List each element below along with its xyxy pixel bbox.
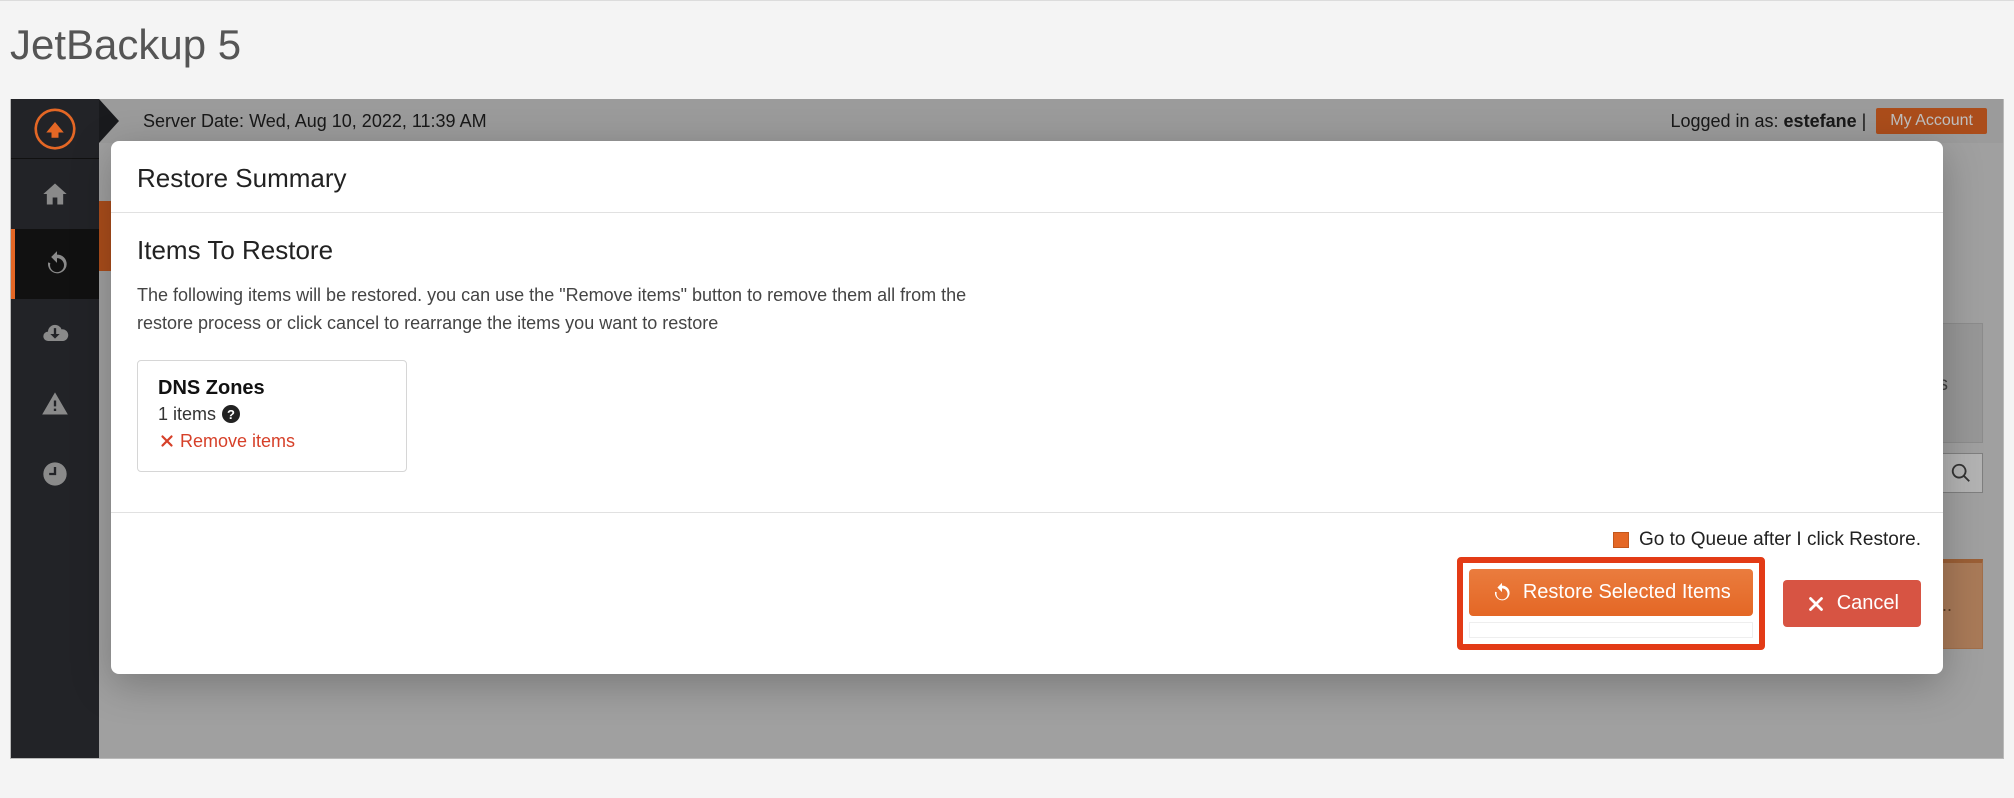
restore-item-title: DNS Zones	[158, 377, 386, 400]
queue-checkbox-row[interactable]: Go to Queue after I click Restore.	[133, 529, 1921, 551]
restore-selected-items-button[interactable]: Restore Selected Items	[1469, 569, 1753, 616]
warning-icon	[41, 390, 69, 418]
close-icon	[158, 432, 176, 450]
sidebar-item-download[interactable]	[11, 299, 99, 369]
sidebar	[11, 99, 99, 758]
home-icon	[41, 180, 69, 208]
modal-action-row: Restore Selected Items Cancel	[133, 557, 1921, 650]
sync-icon	[43, 250, 71, 278]
page-title-bar: JetBackup 5	[0, 0, 2014, 99]
items-to-restore-description: The following items will be restored. yo…	[137, 282, 1017, 338]
app-logo[interactable]	[11, 99, 99, 159]
highlight-annotation: Restore Selected Items	[1457, 557, 1765, 650]
modal-footer: Go to Queue after I click Restore. Resto…	[111, 512, 1943, 674]
modal-title: Restore Summary	[137, 163, 1917, 194]
sync-icon	[1491, 582, 1513, 604]
items-to-restore-heading: Items To Restore	[137, 235, 1917, 266]
modal-body: Items To Restore The following items wil…	[111, 213, 1943, 512]
help-icon[interactable]: ?	[222, 405, 240, 423]
app-container: Server Date: Wed, Aug 10, 2022, 11:39 AM…	[10, 99, 2004, 759]
close-icon	[1805, 593, 1827, 615]
cloud-download-icon	[41, 320, 69, 348]
highlight-underline	[1469, 622, 1753, 638]
queue-checkbox[interactable]	[1613, 532, 1629, 548]
remove-items-link[interactable]: Remove items	[158, 431, 295, 452]
restore-summary-modal: Restore Summary Items To Restore The fol…	[111, 141, 1943, 674]
restore-item-count: 1 items ?	[158, 404, 386, 425]
sidebar-item-restore[interactable]	[11, 229, 99, 299]
queue-checkbox-label: Go to Queue after I click Restore.	[1639, 529, 1921, 551]
cancel-button[interactable]: Cancel	[1783, 580, 1921, 627]
sidebar-item-home[interactable]	[11, 159, 99, 229]
sidebar-item-alerts[interactable]	[11, 369, 99, 439]
sidebar-item-schedule[interactable]	[11, 439, 99, 509]
restore-item-card: DNS Zones 1 items ? Remove items	[137, 360, 407, 473]
jetbackup-logo-icon	[34, 108, 76, 150]
page-title: JetBackup 5	[10, 21, 2004, 69]
modal-header: Restore Summary	[111, 141, 1943, 213]
clock-icon	[41, 460, 69, 488]
